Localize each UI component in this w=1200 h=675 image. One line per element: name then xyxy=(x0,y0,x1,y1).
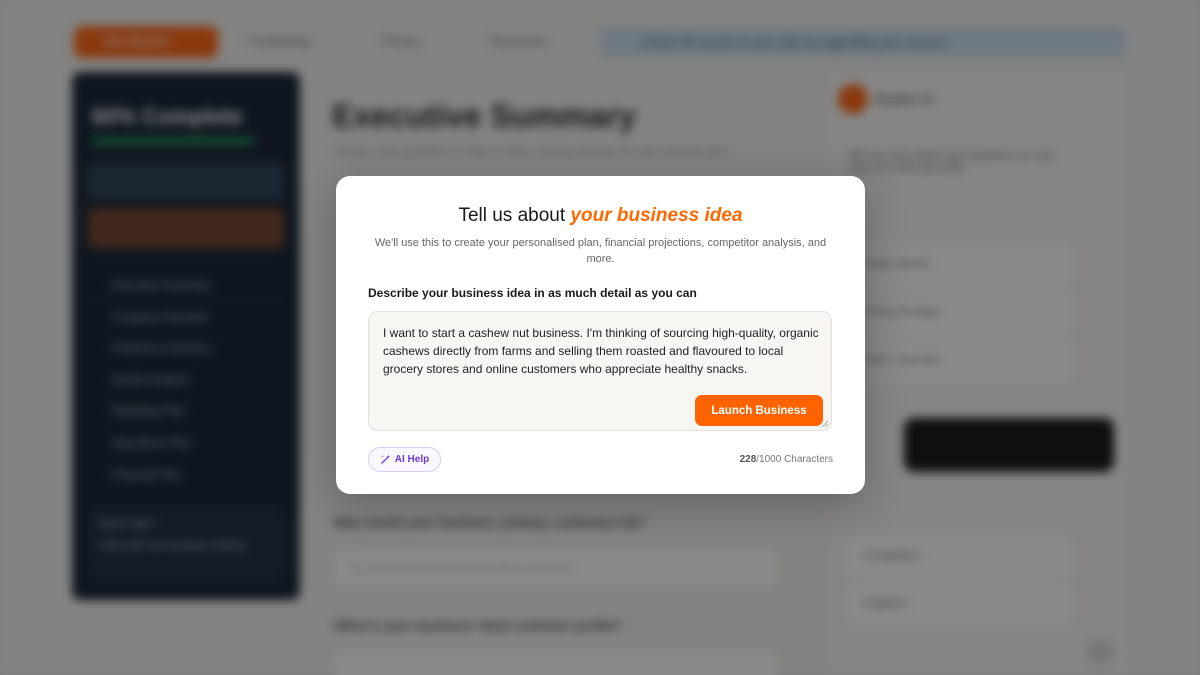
launch-business-button[interactable]: Launch Business xyxy=(695,395,823,426)
resize-grip-icon[interactable] xyxy=(821,420,829,428)
modal-title-accent: your business idea xyxy=(570,205,743,226)
business-idea-modal: Tell us about your business idea We'll u… xyxy=(336,176,865,494)
character-limit: /1000 Characters xyxy=(756,454,833,465)
modal-title: Tell us about your business idea xyxy=(336,205,865,227)
business-idea-textarea[interactable]: I want to start a cashew nut business. I… xyxy=(368,311,832,431)
character-counter: 228/1000 Characters xyxy=(740,454,833,465)
ai-help-button[interactable]: AI Help xyxy=(368,447,441,472)
modal-description: We'll use this to create your personalis… xyxy=(374,237,827,265)
magic-wand-icon xyxy=(380,454,390,464)
modal-title-prefix: Tell us about xyxy=(458,205,571,226)
ai-help-label: AI Help xyxy=(394,454,430,465)
character-count: 228 xyxy=(739,454,757,465)
business-idea-label: Describe your business idea in as much d… xyxy=(368,286,697,300)
business-idea-text[interactable]: I want to start a cashew nut business. I… xyxy=(383,324,819,378)
